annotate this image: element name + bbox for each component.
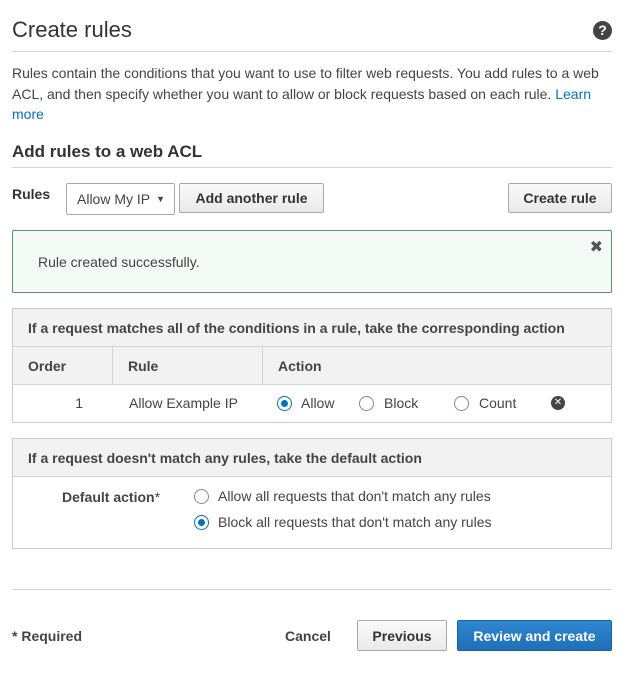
page-description: Rules contain the conditions that you wa… bbox=[12, 63, 612, 125]
rule-order: 1 bbox=[75, 395, 83, 411]
action-count-radio[interactable] bbox=[454, 396, 469, 411]
remove-rule-icon[interactable]: ✕ bbox=[551, 396, 565, 410]
section-title: Add rules to a web ACL bbox=[12, 142, 203, 161]
action-count-label: Count bbox=[479, 395, 517, 411]
cancel-button[interactable]: Cancel bbox=[285, 628, 331, 644]
table-header-row: Order Rule Action bbox=[13, 347, 611, 385]
description-text: Rules contain the conditions that you wa… bbox=[12, 65, 599, 102]
action-allow-radio[interactable] bbox=[277, 396, 292, 411]
default-allow-radio[interactable] bbox=[194, 489, 209, 504]
rules-table-header: If a request matches all of the conditio… bbox=[13, 309, 611, 347]
title-divider bbox=[12, 51, 612, 52]
footer-divider bbox=[12, 589, 612, 590]
alert-message: Rule created successfully. bbox=[38, 254, 200, 270]
default-action-panel: If a request doesn't match any rules, ta… bbox=[12, 438, 612, 549]
close-icon[interactable]: ✖ bbox=[590, 237, 603, 257]
column-order: Order bbox=[13, 347, 113, 385]
required-note: * Required bbox=[12, 628, 83, 644]
default-action-label: Default action* bbox=[62, 489, 160, 505]
caret-down-icon: ▼ bbox=[156, 194, 166, 204]
rule-select-dropdown[interactable]: Allow My IP ▼ bbox=[66, 183, 175, 215]
action-block-radio[interactable] bbox=[359, 396, 374, 411]
default-block-label: Block all requests that don't match any … bbox=[218, 514, 492, 530]
action-block-label: Block bbox=[384, 395, 419, 411]
help-icon[interactable]: ? bbox=[593, 21, 612, 40]
success-alert: Rule created successfully. ✖ bbox=[12, 230, 612, 293]
add-another-rule-button[interactable]: Add another rule bbox=[179, 183, 324, 213]
page-title: Create rules bbox=[12, 17, 132, 42]
table-row: 1 Allow Example IP Allow Block Count ✕ bbox=[13, 385, 611, 422]
default-action-header: If a request doesn't match any rules, ta… bbox=[13, 439, 611, 477]
create-rule-button[interactable]: Create rule bbox=[508, 183, 612, 213]
review-and-create-button[interactable]: Review and create bbox=[457, 620, 612, 651]
rule-select-value: Allow My IP bbox=[77, 191, 151, 207]
column-action: Action bbox=[278, 358, 322, 374]
rule-name: Allow Example IP bbox=[129, 395, 238, 411]
required-mark: * bbox=[154, 489, 161, 505]
default-action-label-text: Default action bbox=[62, 489, 155, 505]
rules-label: Rules bbox=[12, 186, 51, 202]
column-rule: Rule bbox=[113, 347, 263, 385]
default-allow-label: Allow all requests that don't match any … bbox=[218, 488, 491, 504]
action-allow-label: Allow bbox=[301, 395, 335, 411]
previous-button[interactable]: Previous bbox=[357, 620, 447, 651]
default-block-radio[interactable] bbox=[194, 515, 209, 530]
rules-table-panel: If a request matches all of the conditio… bbox=[12, 308, 612, 423]
section-divider bbox=[12, 167, 612, 168]
